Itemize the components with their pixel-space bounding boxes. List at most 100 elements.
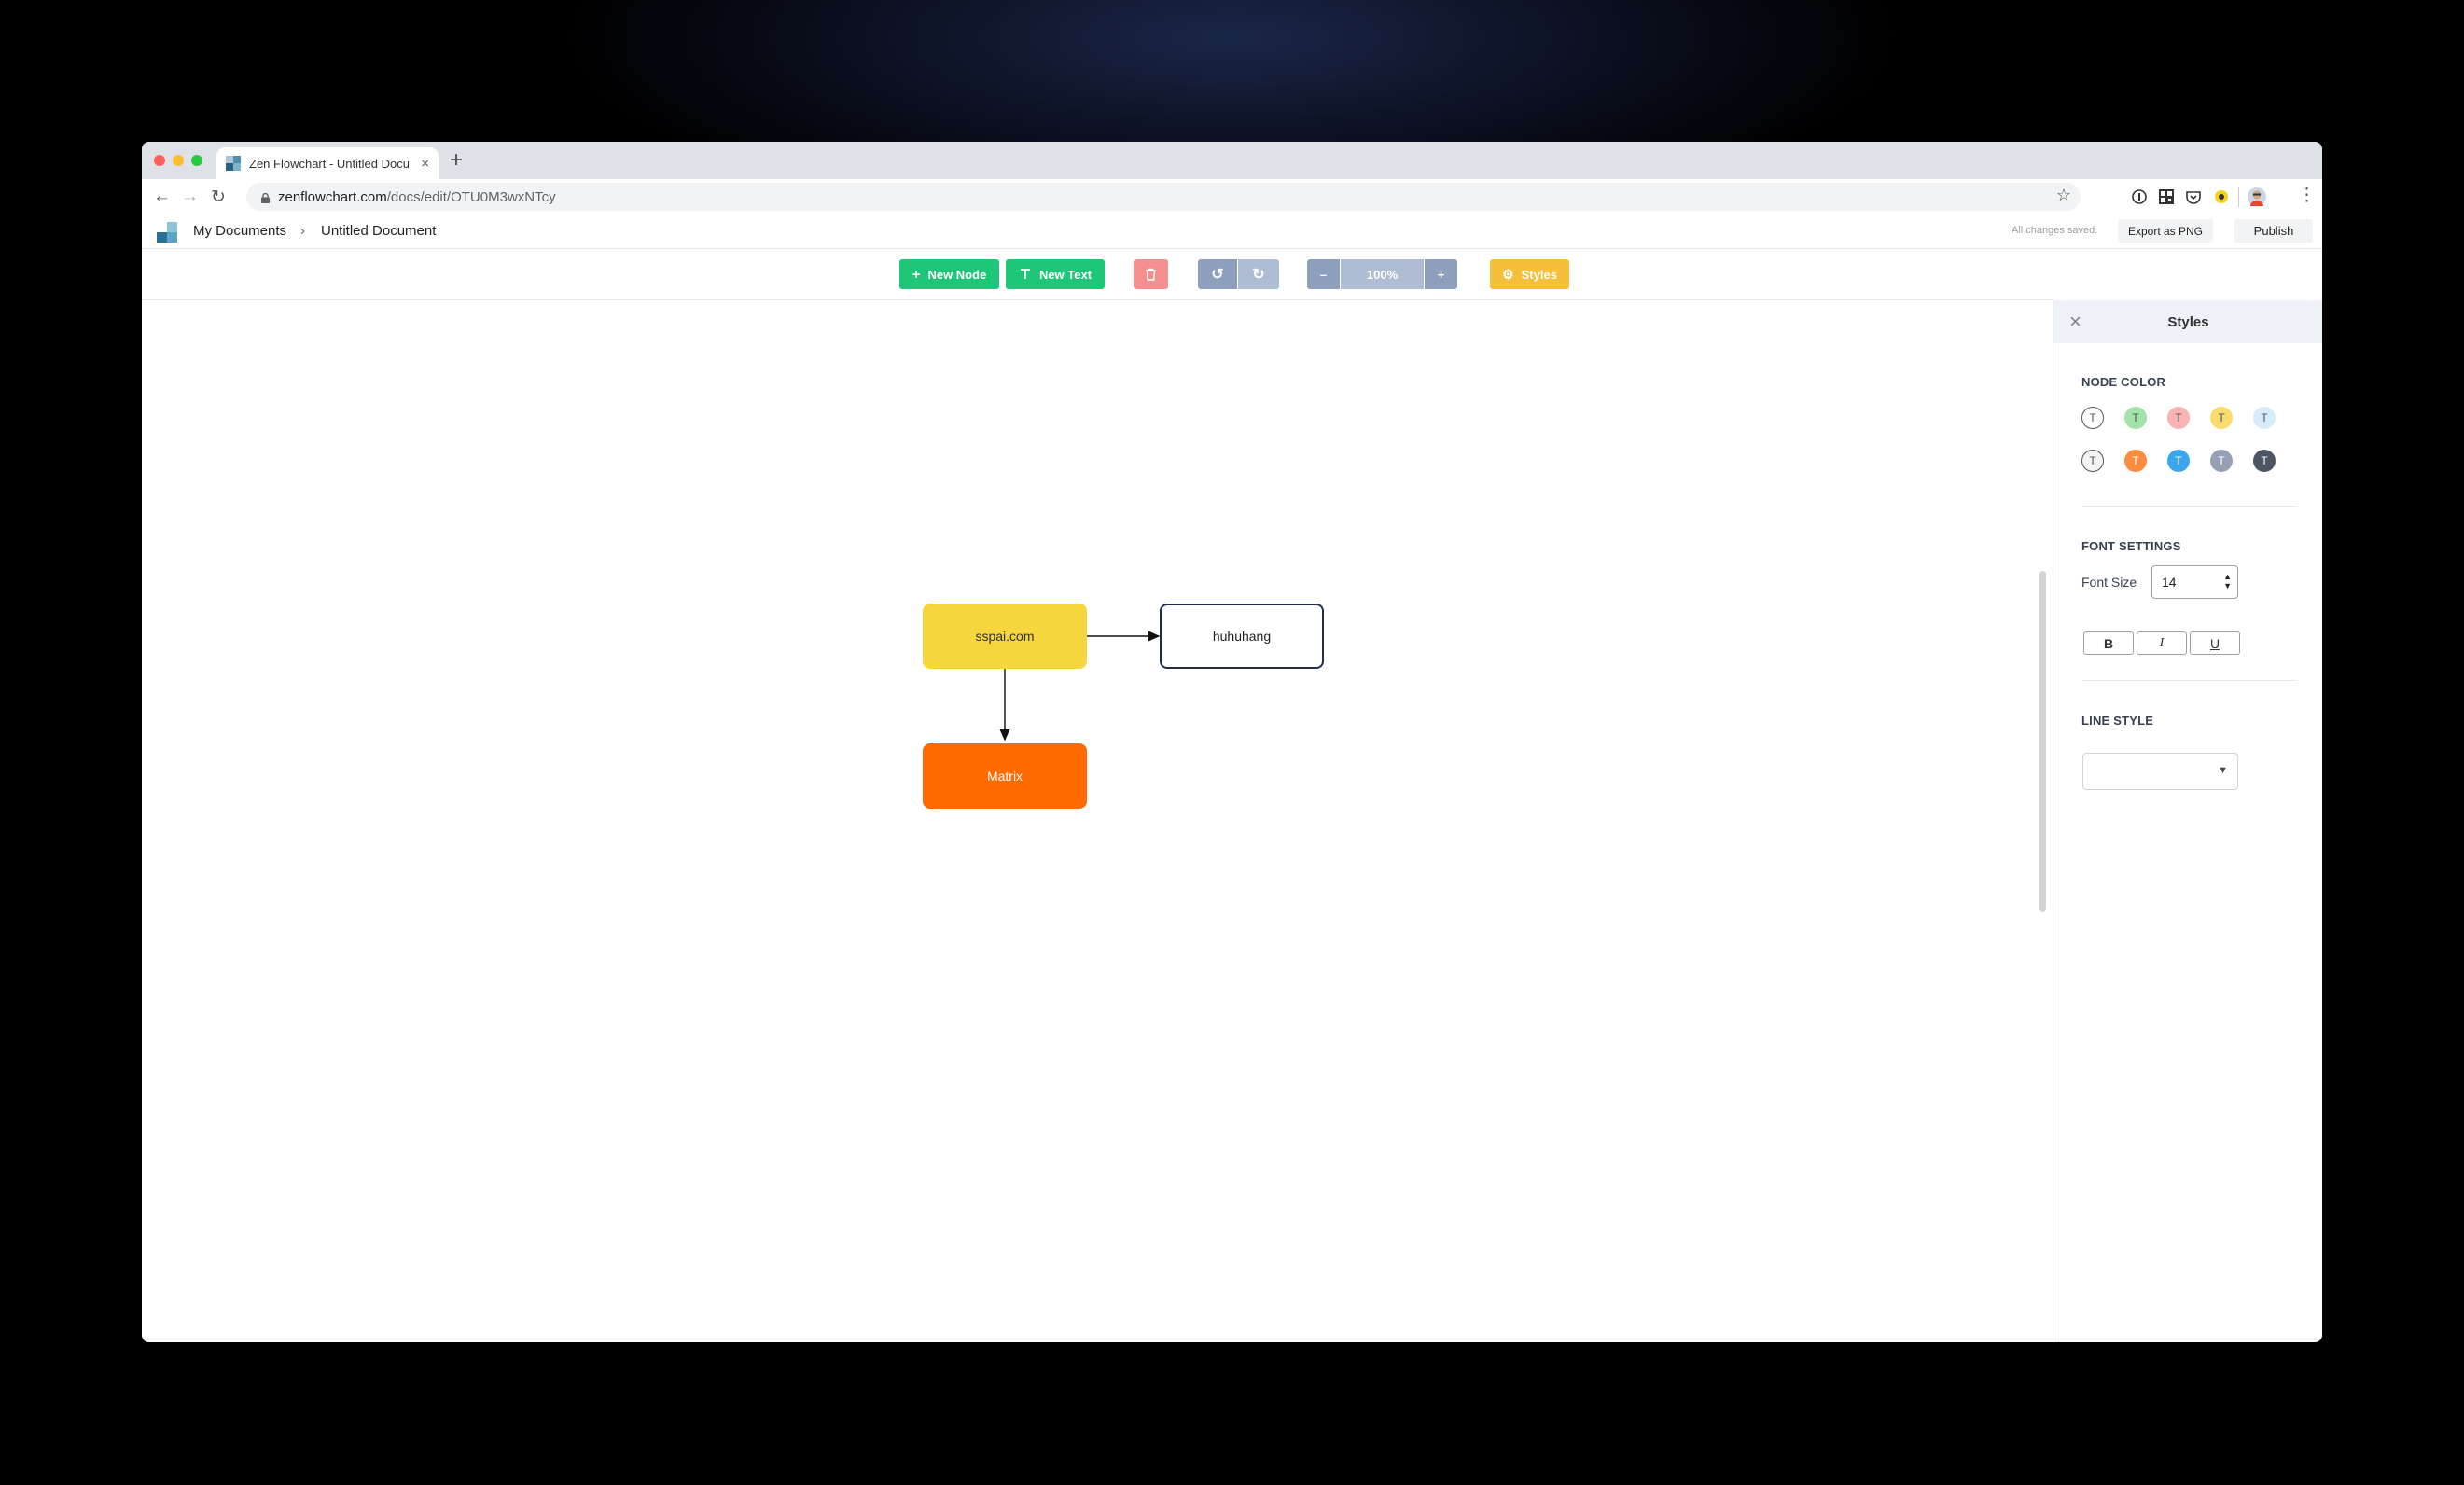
redo-icon: ↻ [1252,267,1265,283]
chevron-down-icon: ▼ [2218,765,2228,776]
qr-code-extension-icon[interactable] [2158,188,2175,205]
document-title[interactable]: Untitled Document [321,223,436,239]
gear-icon: ⚙ [1502,266,1514,282]
reload-icon[interactable]: ↻ [211,187,226,208]
underline-button[interactable]: U [2190,631,2240,655]
font-size-label: Font Size [2081,575,2137,590]
browser-window: Zen Flowchart - Untitled Docu × + ← → ↻ … [142,142,2322,1342]
delete-button[interactable] [1134,259,1168,289]
node-color-swatch[interactable]: T [2081,407,2104,429]
new-tab-button[interactable]: + [450,147,463,173]
browser-toolbar: ← → ↻ zenflowchart.com/docs/edit/OTU0M3w… [142,179,2322,215]
status-dot-extension-icon[interactable] [2213,188,2230,205]
address-bar[interactable]: zenflowchart.com/docs/edit/OTU0M3wxNTcy … [246,183,2081,211]
node-color-swatch[interactable]: T [2081,450,2104,472]
node-color-swatch[interactable]: T [2210,450,2233,472]
zoom-out-icon: – [1319,267,1328,282]
flowchart-node-matrix[interactable]: Matrix [923,743,1087,809]
publish-button[interactable]: Publish [2234,219,2313,243]
url-host: zenflowchart.com [278,188,387,205]
italic-label: I [2159,635,2165,650]
node-color-title: NODE COLOR [2081,375,2166,389]
node-color-swatch[interactable]: T [2167,407,2190,429]
tab-close-icon[interactable]: × [421,156,429,172]
url-path: /docs/edit/OTU0M3wxNTcy [386,188,556,205]
swatch-glyph: T [2218,411,2225,424]
swatch-glyph: T [2132,454,2139,467]
section-divider [2081,680,2296,681]
editor-toolbar: + New Node New Text ↺ ↻ – 100% + ⚙ Style… [142,249,2053,300]
section-divider [2081,506,2296,507]
app-header: My Documents › Untitled Document All cha… [142,215,2322,249]
styles-label: Styles [1521,267,1557,282]
italic-button[interactable]: I [2137,631,2187,655]
close-window-button[interactable] [154,155,165,166]
node-color-swatch[interactable]: T [2253,407,2276,429]
node-label: huhuhang [1212,629,1272,644]
swatch-glyph: T [2261,411,2268,424]
zenflowchart-logo-icon[interactable] [157,222,177,243]
undo-icon: ↺ [1211,267,1224,283]
bookmark-star-icon[interactable]: ☆ [2056,186,2071,205]
minimize-window-button[interactable] [173,155,184,166]
bold-button[interactable]: B [2083,631,2134,655]
profile-avatar[interactable] [2248,187,2266,206]
breadcrumb-my-documents[interactable]: My Documents [193,223,286,239]
new-node-button[interactable]: + New Node [899,259,999,289]
new-text-label: New Text [1038,267,1093,282]
bold-label: B [2103,635,2114,651]
font-settings-title: FONT SETTINGS [2081,539,2181,553]
trash-icon [1146,268,1156,281]
underline-label: U [2209,635,2220,651]
node-color-swatch[interactable]: T [2253,450,2276,472]
swatch-glyph: T [2261,454,2268,467]
new-text-button[interactable]: New Text [1006,259,1105,289]
node-color-swatch[interactable]: T [2210,407,2233,429]
vertical-scrollbar[interactable] [2039,571,2046,912]
lock-icon [261,192,270,203]
connector-layer [999,631,1161,742]
swatch-glyph: T [2089,454,2096,467]
back-arrow-icon[interactable]: ← [153,187,171,207]
export-png-button[interactable]: Export as PNG [2118,219,2213,243]
swatch-glyph: T [2218,454,2225,467]
styles-panel: × Styles NODE COLOR T T T T T T T T T T FONT SETT… [2053,300,2322,1342]
breadcrumb-separator-icon: › [300,223,305,239]
styles-button[interactable]: ⚙ Styles [1490,259,1569,289]
stepper-arrows-icon: ▲ ▼ [2223,572,2232,590]
font-size-value: 14 [2162,575,2177,590]
maximize-window-button[interactable] [191,155,202,166]
swatch-glyph: T [2175,411,2182,424]
node-label: Matrix [986,769,1023,784]
font-size-select[interactable]: 14 ▲ ▼ [2151,565,2238,599]
undo-button[interactable]: ↺ [1198,259,1237,289]
zoom-out-button[interactable]: – [1307,259,1340,289]
plus-icon: + [912,266,921,283]
zoom-in-button[interactable]: + [1425,259,1457,289]
forward-arrow-icon[interactable]: → [181,187,199,207]
flowchart-canvas[interactable]: sspai.com huhuhang Matrix [142,300,2053,1342]
tab-title: Zen Flowchart - Untitled Docu [249,156,410,171]
pocket-extension-icon[interactable] [2185,188,2202,205]
node-color-swatch[interactable]: T [2167,450,2190,472]
flowchart-node-huhuhang[interactable]: huhuhang [1160,604,1324,669]
flowchart-node-sspai[interactable]: sspai.com [923,604,1087,669]
tab-zen-flowchart[interactable]: Zen Flowchart - Untitled Docu × [216,147,439,179]
browser-menu-icon[interactable]: ⋮ [2298,185,2316,206]
zoom-level: 100% [1341,259,1424,289]
tab-strip: Zen Flowchart - Untitled Docu × + [142,142,2322,179]
redo-button[interactable]: ↻ [1238,259,1279,289]
node-color-swatch[interactable]: T [2124,407,2147,429]
node-color-swatch[interactable]: T [2124,450,2147,472]
line-style-select[interactable]: ▼ [2082,753,2238,790]
save-status: All changes saved. [2012,225,2098,236]
onepassword-extension-icon[interactable] [2131,188,2148,205]
styles-panel-title: Styles [2167,314,2209,330]
line-style-title: LINE STYLE [2081,714,2154,728]
zenflowchart-favicon-icon [226,156,241,171]
node-label: sspai.com [975,629,1035,644]
text-icon [1020,269,1030,279]
toolbar-divider [2238,187,2239,207]
swatch-glyph: T [2175,454,2182,467]
swatch-glyph: T [2132,411,2139,424]
